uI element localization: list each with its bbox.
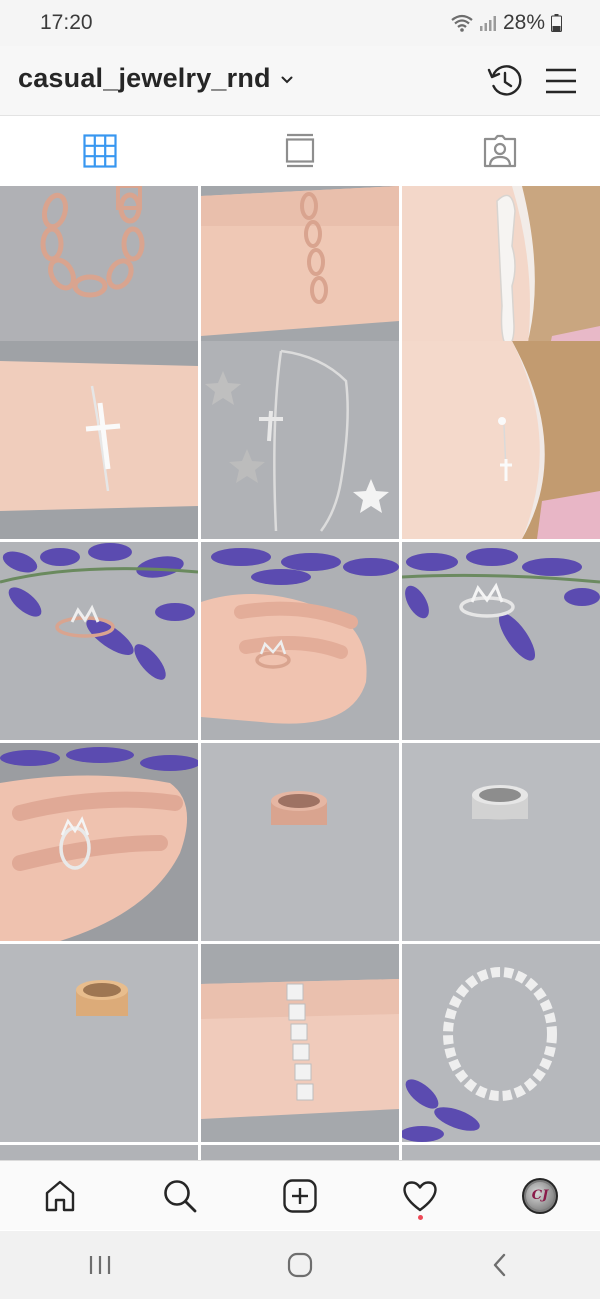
heart-icon (402, 1180, 438, 1212)
post-thumbnail[interactable] (402, 542, 600, 740)
post-thumbnail[interactable] (201, 1145, 399, 1160)
grid-icon (83, 134, 117, 168)
nav-profile[interactable]: CJ (480, 1161, 600, 1230)
plus-square-icon (283, 1178, 317, 1213)
back-icon (490, 1252, 510, 1278)
post-thumbnail[interactable] (0, 542, 198, 740)
avatar-logo: CJ (526, 1181, 554, 1210)
menu-icon[interactable] (543, 62, 581, 100)
battery-percent: 28% (502, 11, 545, 34)
archive-history-icon[interactable] (486, 62, 524, 100)
post-thumbnail[interactable] (402, 341, 600, 539)
post-thumbnail[interactable] (201, 542, 399, 740)
system-navigation (0, 1231, 600, 1299)
tab-grid-view[interactable] (0, 117, 200, 185)
post-thumbnail[interactable] (402, 944, 600, 1142)
system-home-button[interactable] (200, 1231, 400, 1299)
profile-avatar: CJ (522, 1177, 558, 1214)
post-thumbnail[interactable] (201, 743, 399, 941)
nav-new-post[interactable] (240, 1161, 360, 1230)
status-bar: 17:20 28% (0, 0, 600, 46)
notification-dot (418, 1215, 423, 1220)
system-recents-button[interactable] (0, 1231, 200, 1299)
wifi-icon (451, 14, 473, 32)
post-thumbnail[interactable] (0, 341, 198, 539)
system-back-button[interactable] (400, 1231, 600, 1299)
home-circle-icon (286, 1251, 314, 1279)
chevron-down-icon (281, 71, 293, 89)
status-indicators: 28% (451, 11, 562, 35)
account-switcher[interactable]: casual_jewelry_rnd (18, 63, 293, 94)
feed-icon (285, 133, 315, 169)
nav-activity[interactable] (360, 1161, 480, 1230)
post-thumbnail[interactable] (0, 1145, 198, 1160)
status-time: 17:20 (40, 11, 93, 34)
tagged-user-icon (482, 134, 518, 168)
tab-feed-view[interactable] (200, 117, 400, 185)
search-icon (162, 1178, 198, 1214)
profile-header: casual_jewelry_rnd (0, 46, 600, 116)
profile-tabs (0, 117, 600, 185)
recents-icon (87, 1253, 113, 1277)
home-icon (43, 1179, 77, 1213)
bottom-navigation: CJ (0, 1160, 600, 1230)
tab-tagged-view[interactable] (400, 117, 600, 185)
profile-username: casual_jewelry_rnd (18, 63, 271, 93)
nav-home[interactable] (0, 1161, 120, 1230)
post-thumbnail[interactable] (0, 743, 198, 941)
post-thumbnail[interactable] (402, 1145, 600, 1160)
signal-icon (479, 14, 497, 32)
post-thumbnail[interactable] (201, 341, 399, 539)
post-thumbnail[interactable] (0, 944, 198, 1142)
post-thumbnail[interactable] (402, 743, 600, 941)
post-thumbnail[interactable] (201, 944, 399, 1142)
nav-search[interactable] (120, 1161, 240, 1230)
battery-icon (551, 14, 562, 32)
post-grid (0, 186, 600, 1160)
